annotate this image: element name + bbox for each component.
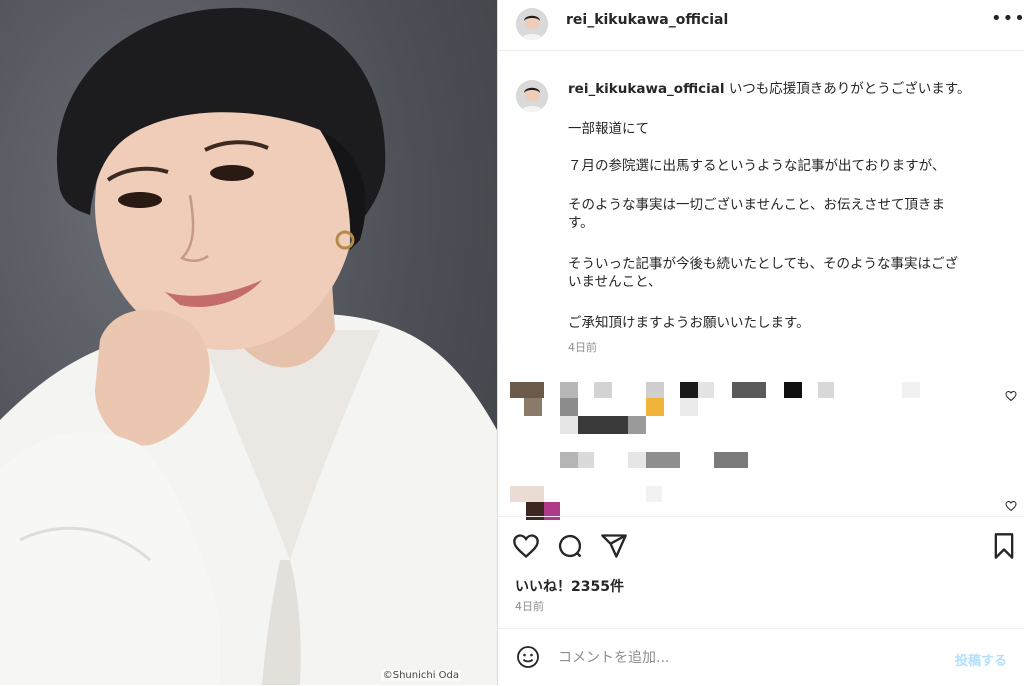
comment-input[interactable] bbox=[556, 643, 940, 673]
blurred-block bbox=[646, 382, 664, 398]
bookmark-icon[interactable] bbox=[990, 532, 1018, 560]
blurred-block bbox=[544, 502, 560, 520]
caption-line: そういった記事が今後も続いたとしても、そのような事実はございませんこと、 bbox=[568, 256, 959, 290]
blurred-block bbox=[628, 452, 646, 468]
blurred-block bbox=[594, 382, 612, 398]
post-actions bbox=[498, 530, 1024, 566]
comment-icon[interactable] bbox=[556, 532, 584, 560]
blurred-block bbox=[524, 398, 542, 416]
caption-first-line: rei_kikukawa_official いつも応援頂きありがとうございます。 bbox=[568, 80, 988, 98]
comment-like-heart-icon[interactable] bbox=[1005, 390, 1017, 402]
send-icon[interactable] bbox=[600, 532, 628, 560]
blurred-block bbox=[560, 398, 578, 416]
caption-avatar[interactable] bbox=[516, 80, 548, 112]
avatar-image bbox=[516, 80, 548, 112]
blurred-block bbox=[578, 452, 594, 468]
blurred-block bbox=[560, 382, 578, 398]
avatar-image bbox=[516, 8, 548, 40]
blurred-block bbox=[628, 416, 646, 434]
like-count[interactable]: いいね！2355件 bbox=[515, 576, 624, 596]
portrait-image bbox=[0, 7, 497, 685]
blurred-block bbox=[646, 398, 664, 416]
caption-line: 一部報道にて bbox=[568, 121, 649, 137]
blurred-block bbox=[680, 398, 698, 416]
caption-line: ７月の参院選に出馬するというような記事が出ておりますが、 bbox=[568, 158, 946, 174]
divider bbox=[498, 516, 1024, 517]
post-comment-button[interactable]: 投稿する bbox=[949, 649, 1013, 670]
blurred-block bbox=[560, 452, 578, 468]
comment-like-heart-icon[interactable] bbox=[1005, 500, 1017, 512]
header-username[interactable]: rei_kikukawa_official bbox=[566, 12, 728, 28]
blurred-block bbox=[680, 382, 698, 398]
heart-icon[interactable] bbox=[512, 532, 540, 560]
caption-text: いつも応援頂きありがとうございます。 bbox=[728, 81, 971, 97]
post-header: rei_kikukawa_official ••• bbox=[498, 0, 1024, 51]
blurred-block bbox=[646, 452, 680, 468]
post-detail-panel: rei_kikukawa_official ••• rei_kikukawa_o… bbox=[497, 0, 1024, 685]
blurred-block bbox=[698, 382, 714, 398]
instagram-post-view: ©Shunichi Oda rei_kikukawa_official ••• bbox=[0, 0, 1024, 685]
caption-username[interactable]: rei_kikukawa_official bbox=[568, 81, 725, 97]
photo-credit: ©Shunichi Oda bbox=[380, 670, 461, 681]
blurred-avatar bbox=[510, 382, 544, 398]
post-date: 4日前 bbox=[515, 600, 544, 613]
blurred-block bbox=[818, 382, 834, 398]
caption-time: 4日前 bbox=[568, 341, 597, 354]
caption-line: そのような事実は一切ございませんこと、お伝えさせて頂きます。 bbox=[568, 197, 946, 231]
blurred-block bbox=[646, 486, 662, 502]
blurred-block bbox=[902, 382, 920, 398]
blurred-block bbox=[714, 452, 748, 468]
post-photo[interactable]: ©Shunichi Oda bbox=[0, 0, 497, 685]
blurred-block bbox=[526, 502, 544, 520]
blurred-avatar bbox=[510, 486, 544, 502]
caption-line: ご承知頂けますようお願いいたします。 bbox=[568, 315, 810, 331]
avatar[interactable] bbox=[516, 8, 548, 40]
comment-bar: 投稿する bbox=[498, 628, 1024, 686]
blurred-block bbox=[784, 382, 802, 398]
blurred-block bbox=[732, 382, 766, 398]
more-horizontal-icon[interactable]: ••• bbox=[991, 10, 1024, 32]
emoji-icon[interactable] bbox=[516, 645, 540, 669]
blurred-block bbox=[578, 416, 628, 434]
blurred-block bbox=[560, 416, 578, 434]
